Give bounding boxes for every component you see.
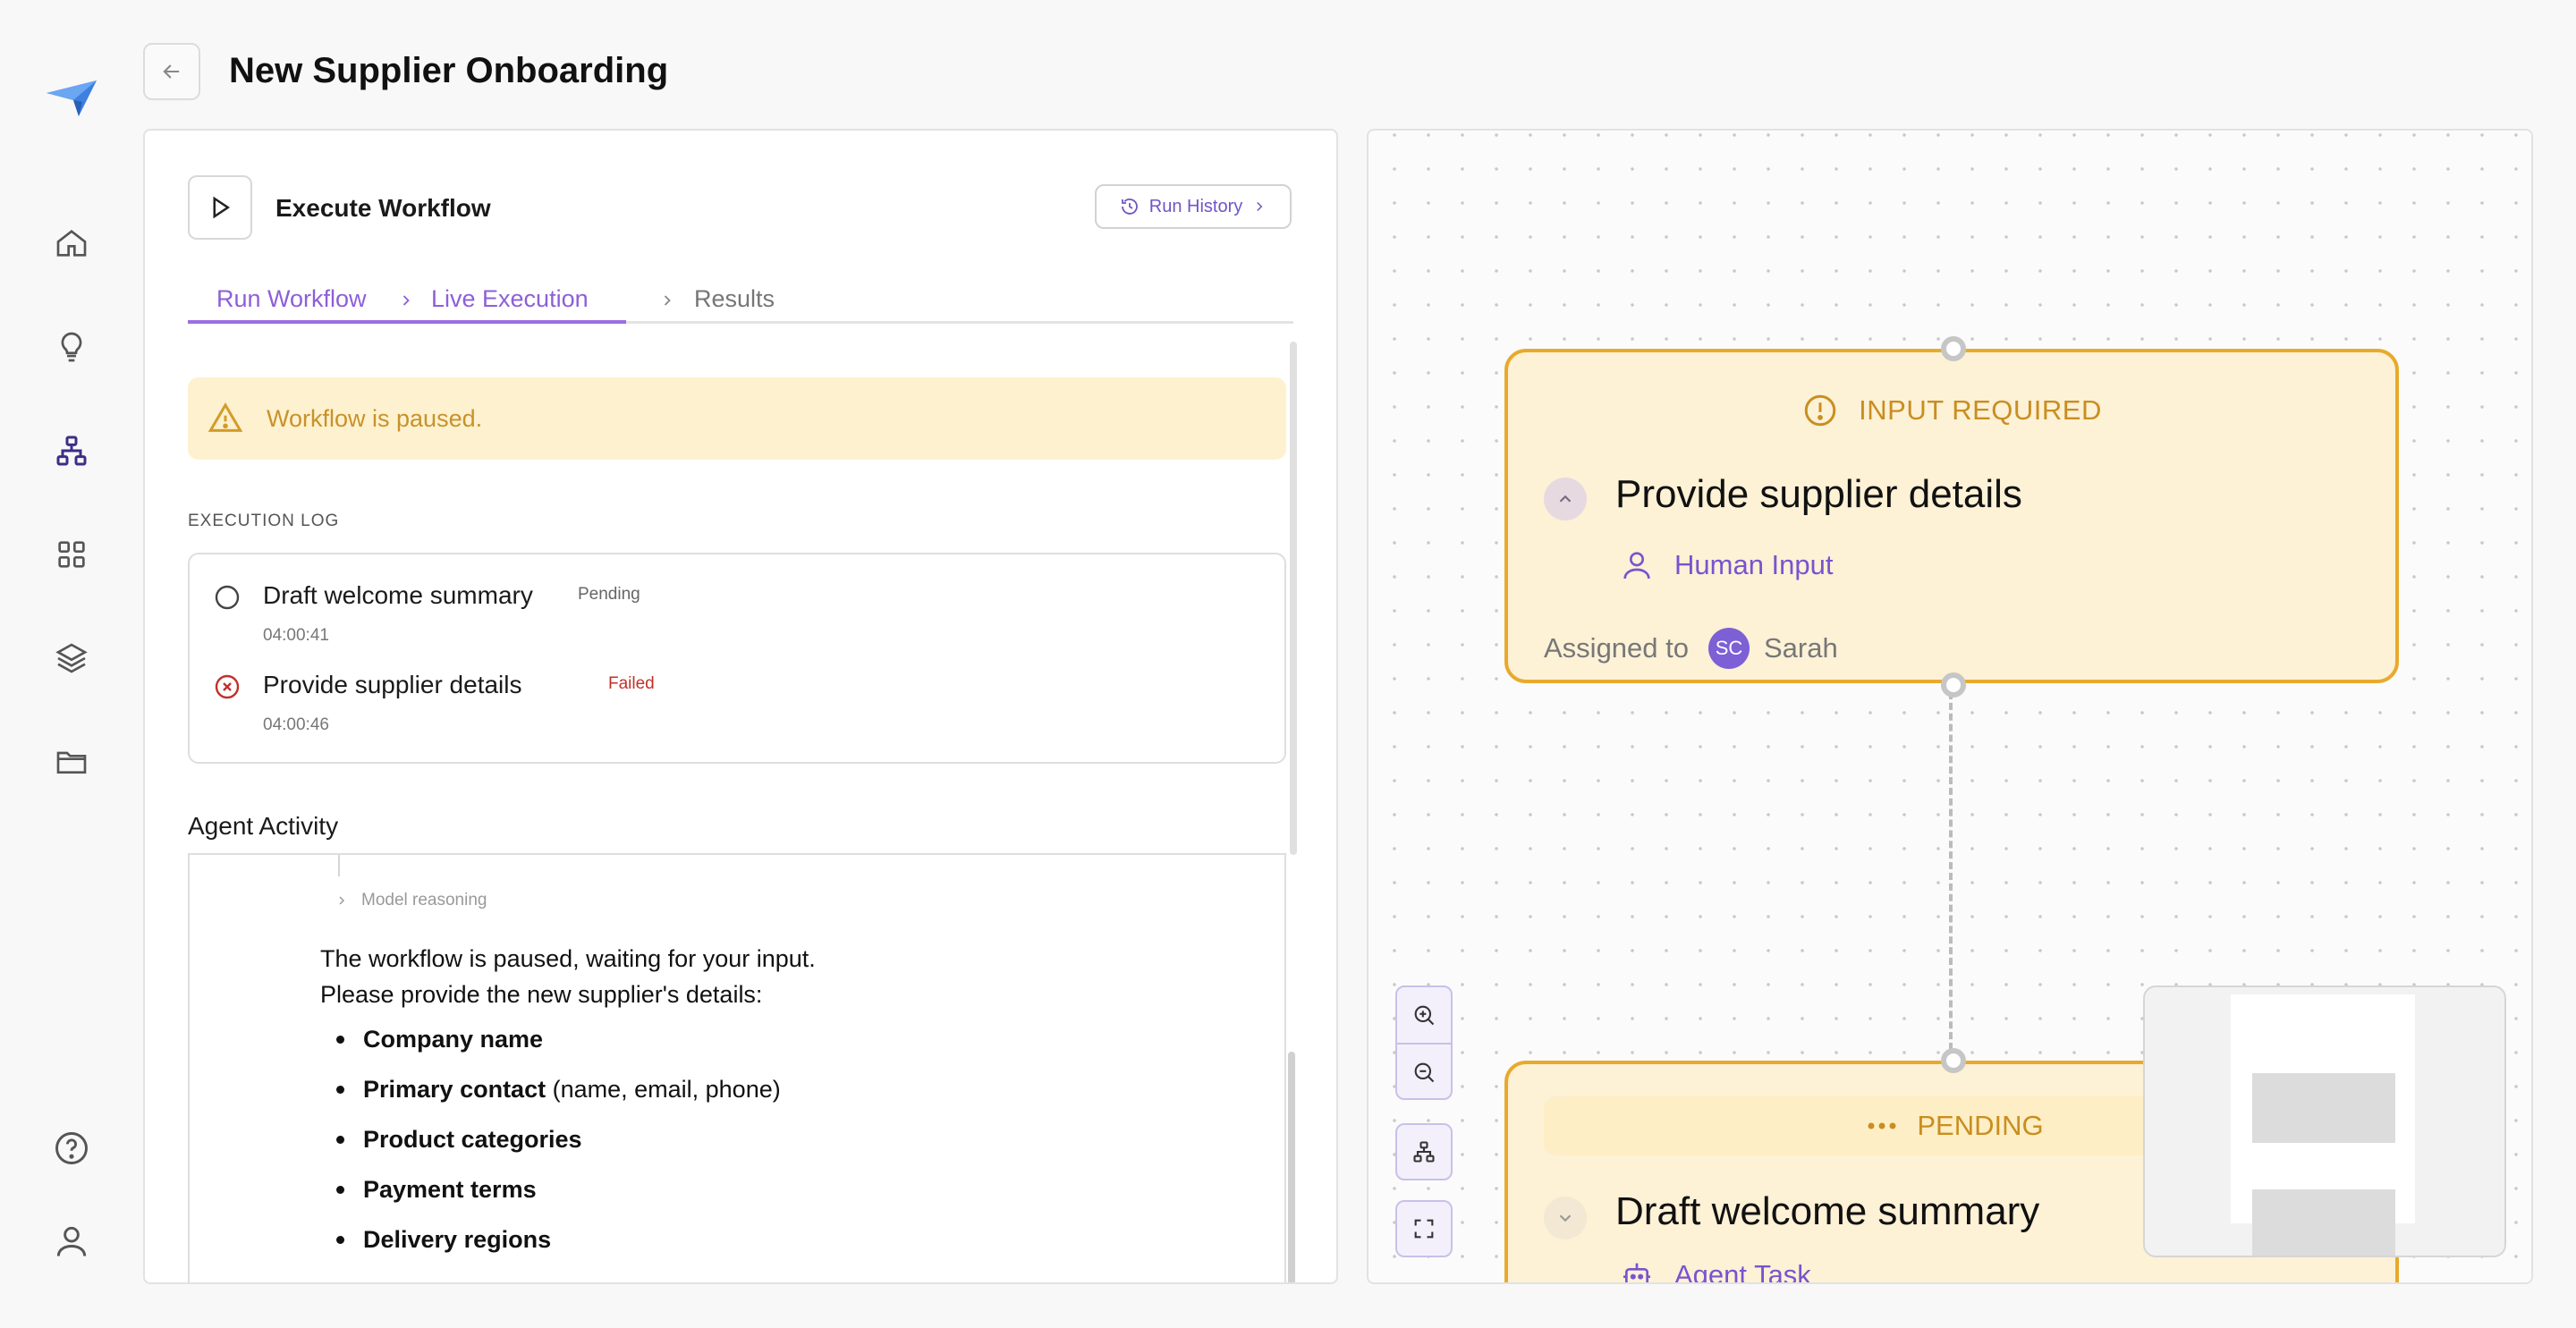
node-handle-top[interactable] — [1941, 336, 1966, 361]
model-reasoning-label: Model reasoning — [361, 891, 487, 909]
alert-text: Workflow is paused. — [267, 404, 483, 432]
execute-title: Execute Workflow — [275, 194, 491, 222]
fullscreen-icon — [1414, 1219, 1434, 1239]
list-item: Product categories — [320, 1114, 781, 1164]
folder-icon[interactable] — [50, 740, 93, 783]
node-handle-top[interactable] — [1941, 1048, 1966, 1073]
play-button[interactable] — [188, 175, 252, 240]
chevron-right-icon — [1257, 201, 1263, 212]
zoom-controls — [1395, 985, 1453, 1100]
play-icon — [213, 196, 231, 219]
node-handle-bottom[interactable] — [1941, 672, 1966, 698]
list-item: Primary contact (name, email, phone) — [320, 1064, 781, 1114]
agent-activity-scrollbar[interactable] — [1288, 1052, 1295, 1282]
assigned-label: Assigned to — [1544, 632, 1689, 664]
workflow-canvas[interactable]: INPUT REQUIRED Provide supplier details … — [1367, 129, 2533, 1284]
agent-activity-panel: Model reasoning The workflow is paused, … — [188, 853, 1286, 1282]
lightbulb-icon[interactable] — [50, 326, 93, 368]
model-reasoning-toggle[interactable]: Model reasoning — [335, 891, 487, 910]
log-item-title: Draft welcome summary — [263, 581, 533, 609]
list-item: Delivery regions — [320, 1214, 781, 1265]
tab-run-workflow[interactable]: Run Workflow — [216, 284, 367, 313]
list-item: Payment terms — [320, 1164, 781, 1214]
workflow-tabs: Run Workflow Live Execution Results — [188, 274, 1293, 324]
minimap-node — [2252, 1073, 2395, 1143]
assigned-to: Assigned to SC Sarah — [1544, 628, 1838, 669]
agent-message: The workflow is paused, waiting for your… — [320, 941, 816, 1012]
user-icon[interactable] — [50, 1220, 93, 1263]
node-type-label: Human Input — [1674, 549, 1834, 580]
tab-progress-underline — [188, 320, 626, 324]
failed-x-icon — [215, 674, 240, 699]
warning-icon — [208, 402, 243, 432]
minimap-node — [2252, 1189, 2395, 1256]
robot-icon — [1623, 1263, 1650, 1282]
log-item-title: Provide supplier details — [263, 671, 522, 698]
help-icon[interactable] — [50, 1127, 93, 1170]
app-logo[interactable] — [43, 75, 102, 120]
node-provide-supplier-details[interactable]: INPUT REQUIRED Provide supplier details … — [1504, 336, 2399, 698]
edge-connector — [1949, 692, 1953, 1050]
log-item-time: 04:00:46 — [263, 715, 329, 734]
avatar: SC — [1708, 628, 1750, 669]
person-icon — [1623, 552, 1650, 579]
expand-button[interactable] — [1544, 1197, 1587, 1239]
grid-icon[interactable] — [50, 533, 93, 576]
tab-results[interactable]: Results — [694, 284, 775, 313]
execute-panel: Execute Workflow Run History Run Workflo… — [143, 129, 1338, 1284]
chevron-right-icon — [664, 295, 671, 306]
execution-log-label: EXECUTION LOG — [188, 512, 340, 530]
chevron-up-icon — [1559, 495, 1572, 503]
layers-icon[interactable] — [50, 637, 93, 680]
agent-activity-title: Agent Activity — [188, 812, 339, 840]
agent-message-line: The workflow is paused, waiting for your… — [320, 945, 816, 972]
agent-message-line: Please provide the new supplier's detail… — [320, 981, 763, 1008]
page-title: New Supplier Onboarding — [229, 51, 669, 90]
tab-live-execution[interactable]: Live Execution — [431, 284, 589, 313]
arrow-left-icon — [163, 64, 180, 79]
pending-circle-icon — [215, 585, 240, 610]
zoom-out-button[interactable] — [1397, 1045, 1451, 1098]
supplier-details-list: Company name Primary contact (name, emai… — [320, 1014, 781, 1265]
back-button[interactable] — [143, 43, 200, 100]
run-history-button[interactable]: Run History — [1095, 184, 1292, 229]
collapse-button[interactable] — [1544, 478, 1587, 520]
more-dots-icon — [1868, 1122, 1896, 1129]
run-history-label: Run History — [1148, 196, 1243, 216]
history-icon — [1121, 199, 1138, 215]
node-status-label: PENDING — [1917, 1110, 2044, 1141]
node-status-label: INPUT REQUIRED — [1859, 394, 2102, 426]
zoom-out-icon — [1414, 1062, 1435, 1083]
chevron-right-icon — [402, 295, 410, 306]
sidebar — [0, 0, 143, 1328]
chevron-down-icon — [1559, 1214, 1572, 1222]
chevron-right-icon — [339, 896, 345, 905]
node-type: Agent Task — [1619, 1257, 1811, 1284]
assignee-name: Sarah — [1764, 632, 1838, 664]
paused-alert: Workflow is paused. — [188, 377, 1286, 460]
status-badge: Failed — [608, 674, 655, 693]
panel-scrollbar[interactable] — [1290, 342, 1297, 855]
auto-layout-button[interactable] — [1395, 1123, 1453, 1180]
alert-circle-icon — [1804, 394, 1836, 427]
node-type: Human Input — [1619, 547, 1834, 583]
home-icon[interactable] — [50, 222, 93, 265]
zoom-in-icon — [1414, 1005, 1435, 1026]
node-status: INPUT REQUIRED — [1508, 392, 2395, 429]
minimap[interactable] — [2143, 985, 2506, 1257]
list-item: Company name — [320, 1014, 781, 1064]
node-type-label: Agent Task — [1674, 1259, 1811, 1284]
timeline-line — [338, 855, 340, 876]
zoom-in-button[interactable] — [1397, 987, 1451, 1043]
log-item-time: 04:00:41 — [263, 626, 329, 645]
workflow-layout-icon — [1413, 1141, 1435, 1163]
node-title: Draft welcome summary — [1615, 1189, 2040, 1233]
workflow-icon[interactable] — [50, 429, 93, 472]
execution-log: Draft welcome summary Pending 04:00:41 P… — [188, 553, 1286, 764]
fit-view-button[interactable] — [1395, 1200, 1453, 1257]
status-badge: Pending — [578, 585, 640, 604]
node-title: Provide supplier details — [1615, 472, 2022, 516]
